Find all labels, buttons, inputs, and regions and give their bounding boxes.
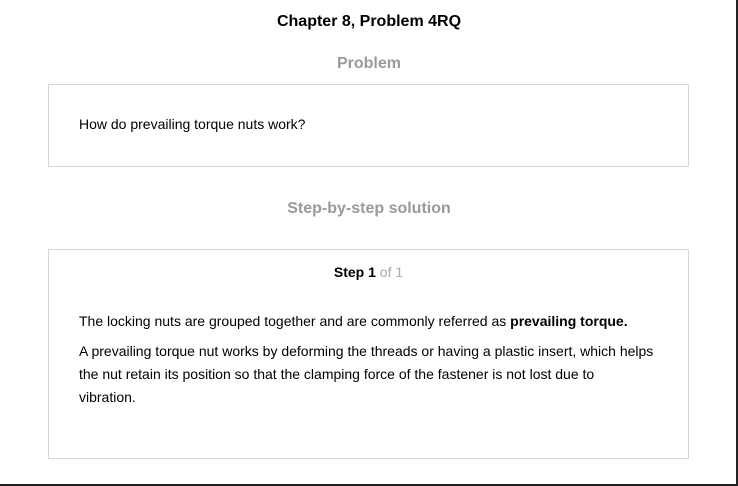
step-label: Step 1	[334, 264, 376, 280]
solution-paragraph-2: A prevailing torque nut works by deformi…	[79, 343, 654, 405]
problem-text: How do prevailing torque nuts work?	[79, 116, 306, 132]
problem-card: How do prevailing torque nuts work?	[48, 84, 689, 167]
step-number: 1	[368, 264, 376, 280]
solution-paragraph-1: The locking nuts are grouped together an…	[79, 310, 654, 333]
step-label-text: Step	[333, 264, 365, 280]
step-indicator: Step 1 of 1	[49, 263, 688, 281]
solution-emphasis: prevailing torque.	[510, 313, 628, 329]
step-total: of 1	[379, 264, 404, 280]
problem-heading: Problem	[336, 55, 401, 72]
solution-paragraph-1-text: The locking nuts are grouped together an…	[79, 313, 507, 329]
page-title: Chapter 8, Problem 4RQ	[276, 13, 462, 30]
solution-card: Step 1 of 1 The locking nuts are grouped…	[48, 249, 689, 459]
solution-heading: Step-by-step solution	[287, 200, 451, 217]
